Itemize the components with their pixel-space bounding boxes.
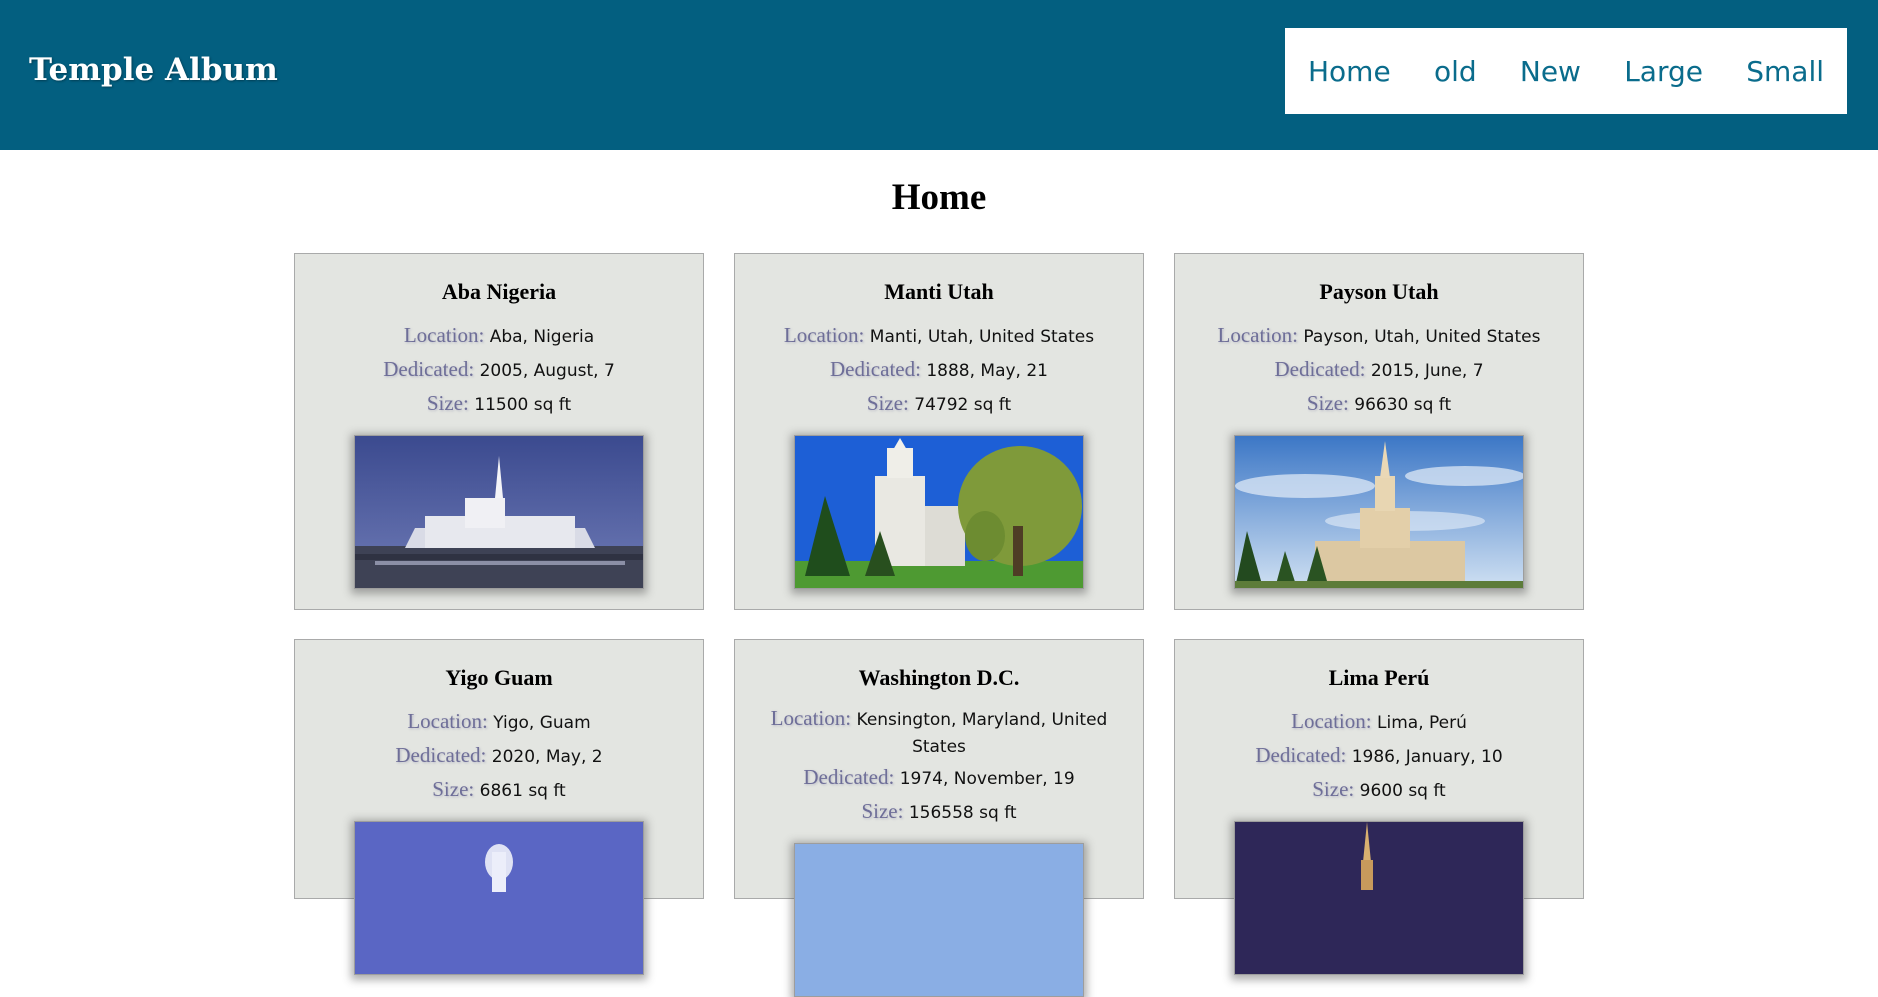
temple-dedicated: Dedicated: 1888, May, 21 [829,357,1048,381]
temple-photo [1234,435,1524,589]
temple-dedicated: Dedicated: 2005, August, 7 [383,357,615,381]
temple-size: Size: 9600 sq ft [1312,777,1446,801]
temple-name: Payson Utah [1319,279,1439,304]
temple-size: Size: 156558 sq ft [861,799,1017,823]
nav-link-large[interactable]: Large [1624,55,1703,88]
temple-location: Location: Payson, Utah, United States [1217,323,1541,347]
temple-location: Location: Manti, Utah, United States [783,323,1095,347]
temple-name: Yigo Guam [445,665,553,690]
temple-size: Size: 96630 sq ft [1306,391,1452,415]
nav-link-old[interactable]: old [1434,55,1477,88]
temple-dedicated: Dedicated: 2020, May, 2 [395,743,603,767]
nav-link-new[interactable]: New [1520,55,1581,88]
nav-link-home[interactable]: Home [1308,55,1391,88]
site-title: Temple Album [29,52,278,88]
site-header: Temple Album Home old New Large Small [0,0,1878,150]
main-nav: Home old New Large Small [1285,28,1847,114]
temple-photo [794,843,1084,997]
temple-card: Yigo Guam Location: Yigo, Guam Dedicated… [294,639,704,975]
temple-photo [354,435,644,589]
nav-link-small[interactable]: Small [1746,55,1824,88]
temple-size: Size: 6861 sq ft [432,777,566,801]
temple-card: Manti Utah Location: Manti, Utah, United… [734,253,1144,610]
temple-name: Aba Nigeria [441,279,557,304]
temple-card: Payson Utah Location: Payson, Utah, Unit… [1174,253,1584,610]
temple-name: Washington D.C. [858,665,1020,690]
temple-location: Location: Kensington, Maryland, United S… [770,706,1108,757]
temple-photo [354,821,644,975]
temple-size: Size: 11500 sq ft [426,391,572,415]
page-title: Home [891,177,987,218]
temple-location: Location: Lima, Perú [1291,709,1467,733]
temple-name: Manti Utah [884,279,994,304]
temple-dedicated: Dedicated: 2015, June, 7 [1274,357,1484,381]
temple-location: Location: Aba, Nigeria [403,323,595,347]
temple-name: Lima Perú [1328,665,1430,690]
temple-photo [1234,821,1524,975]
temple-dedicated: Dedicated: 1986, January, 10 [1255,743,1503,767]
temple-card: Washington D.C. Location: Kensington, Ma… [734,639,1144,997]
temple-card: Aba Nigeria Location: Aba, Nigeria Dedic… [294,253,704,610]
temple-size: Size: 74792 sq ft [866,391,1012,415]
temple-dedicated: Dedicated: 1974, November, 19 [803,765,1075,789]
temple-photo [794,435,1084,589]
temple-card: Lima Perú Location: Lima, Perú Dedicated… [1174,639,1584,975]
temple-location: Location: Yigo, Guam [407,709,591,733]
